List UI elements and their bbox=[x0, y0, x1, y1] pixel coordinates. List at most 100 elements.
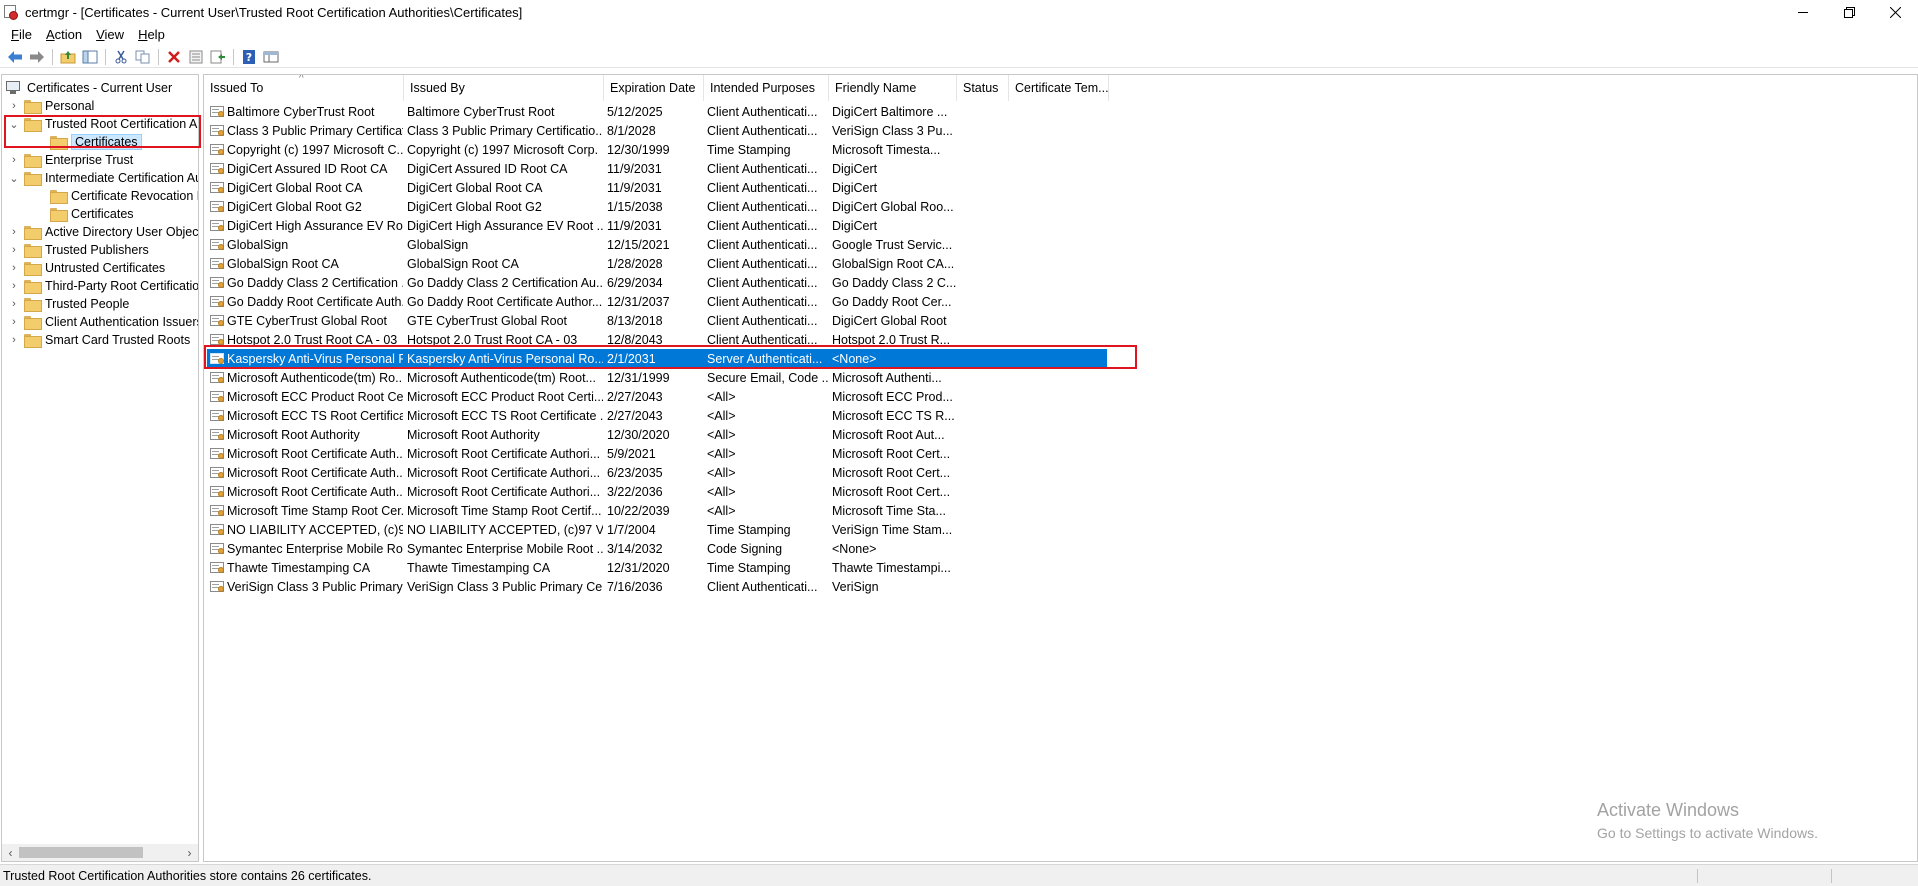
forward-button[interactable] bbox=[26, 47, 48, 67]
certificate-row[interactable]: Hotspot 2.0 Trust Root CA - 03 Hotspot 2.… bbox=[207, 330, 967, 349]
export-list-button[interactable] bbox=[207, 47, 229, 67]
scroll-thumb[interactable] bbox=[19, 847, 143, 858]
delete-button[interactable] bbox=[163, 47, 185, 67]
certificate-icon bbox=[209, 542, 225, 556]
certificate-list[interactable]: Issued To ^ Issued By Expiration Date In… bbox=[203, 74, 1918, 862]
certificate-icon bbox=[209, 390, 225, 404]
help-icon: ? bbox=[243, 49, 255, 64]
certificate-row[interactable]: Go Daddy Class 2 Certification ... Go Dad… bbox=[207, 273, 967, 292]
certificate-row[interactable]: DigiCert High Assurance EV Ro... DigiCert… bbox=[207, 216, 967, 235]
tree-item[interactable]: ⌄ Trusted Root Certification Aut bbox=[7, 115, 198, 133]
tree-item[interactable]: › Personal bbox=[7, 97, 94, 115]
menu-action[interactable]: Action bbox=[39, 27, 89, 42]
column-expiration-date[interactable]: Expiration Date bbox=[604, 75, 704, 101]
back-button[interactable] bbox=[4, 47, 26, 67]
window-controls bbox=[1780, 0, 1918, 24]
tree-item[interactable]: Certificates bbox=[27, 133, 142, 151]
view-button[interactable] bbox=[260, 47, 282, 67]
expand-chevron-icon[interactable]: › bbox=[7, 333, 21, 347]
expand-chevron-icon[interactable]: › bbox=[7, 99, 21, 113]
show-hide-tree-button[interactable] bbox=[79, 47, 101, 67]
certificate-row[interactable]: Microsoft Root Certificate Auth... Micros… bbox=[207, 463, 967, 482]
column-friendly-name[interactable]: Friendly Name bbox=[829, 75, 957, 101]
minimize-icon bbox=[1797, 11, 1808, 13]
collapse-chevron-icon[interactable]: ⌄ bbox=[7, 117, 21, 131]
tree-item[interactable]: › Smart Card Trusted Roots bbox=[7, 331, 190, 349]
tree-item[interactable]: ⌄ Intermediate Certification Au bbox=[7, 169, 198, 187]
certificate-row[interactable]: Thawte Timestamping CA Thawte Timestampin… bbox=[207, 558, 967, 577]
cell-issued-to: Class 3 Public Primary Certificat... bbox=[227, 123, 403, 138]
certificate-row[interactable]: Microsoft ECC TS Root Certifica... Micros… bbox=[207, 406, 967, 425]
column-certificate-template[interactable]: Certificate Tem... bbox=[1009, 75, 1109, 101]
certificate-row[interactable]: Microsoft Time Stamp Root Cer... Microsof… bbox=[207, 501, 967, 520]
column-intended-purposes[interactable]: Intended Purposes bbox=[704, 75, 829, 101]
expand-chevron-icon[interactable]: › bbox=[7, 225, 21, 239]
menu-view[interactable]: View bbox=[89, 27, 131, 42]
expand-chevron-icon[interactable]: › bbox=[7, 315, 21, 329]
certificate-icon bbox=[209, 333, 225, 347]
tree-item[interactable]: › Third-Party Root Certification bbox=[7, 277, 198, 295]
up-one-level-button[interactable] bbox=[57, 47, 79, 67]
close-button[interactable] bbox=[1872, 0, 1918, 24]
certificate-row[interactable]: GlobalSign GlobalSign 12/15/2021 Client Aut… bbox=[207, 235, 967, 254]
certificate-icon bbox=[209, 561, 225, 575]
tree-item[interactable]: › Trusted Publishers bbox=[7, 241, 149, 259]
collapse-chevron-icon[interactable]: ⌄ bbox=[7, 171, 21, 185]
tree-root[interactable]: Certificates - Current User bbox=[6, 79, 172, 97]
certificate-row[interactable]: Symantec Enterprise Mobile Ro... Symantec… bbox=[207, 539, 967, 558]
column-issued-by[interactable]: Issued By bbox=[404, 75, 604, 101]
copy-button[interactable] bbox=[132, 47, 154, 67]
certmgr-app-icon[interactable] bbox=[3, 4, 19, 20]
certificate-row[interactable]: DigiCert Global Root G2 DigiCert Global R… bbox=[207, 197, 967, 216]
tree-item[interactable]: › Client Authentication Issuers bbox=[7, 313, 198, 331]
scroll-right-icon[interactable]: › bbox=[181, 845, 198, 860]
cell-intended-purposes: Client Authenticati... bbox=[707, 180, 818, 195]
certificate-row[interactable]: Class 3 Public Primary Certificat... Clas… bbox=[207, 121, 967, 140]
certificate-row[interactable]: Microsoft ECC Product Root Ce... Microsof… bbox=[207, 387, 967, 406]
certificate-icon bbox=[209, 352, 225, 366]
certificate-row[interactable]: DigiCert Global Root CA DigiCert Global R… bbox=[207, 178, 967, 197]
tree-item[interactable]: Certificate Revocation List bbox=[27, 187, 198, 205]
expand-chevron-icon[interactable]: › bbox=[7, 297, 21, 311]
help-button[interactable]: ? bbox=[238, 47, 260, 67]
certificate-row[interactable]: Baltimore CyberTrust Root Baltimore Cyber… bbox=[207, 102, 967, 121]
tree-horizontal-scrollbar[interactable]: ‹ › bbox=[2, 844, 198, 861]
menu-file[interactable]: File bbox=[4, 27, 39, 42]
certificate-row[interactable]: Copyright (c) 1997 Microsoft C... Copyrig… bbox=[207, 140, 967, 159]
certificate-row[interactable]: Kaspersky Anti-Virus Personal R... Kasper… bbox=[207, 349, 1107, 368]
scroll-left-icon[interactable]: ‹ bbox=[2, 845, 19, 860]
tree-item[interactable]: › Active Directory User Object bbox=[7, 223, 198, 241]
certificate-row[interactable]: Microsoft Root Authority Microsoft Root A… bbox=[207, 425, 967, 444]
console-tree[interactable]: Certificates - Current User › Personal ⌄ Tr… bbox=[1, 74, 199, 862]
menu-help[interactable]: Help bbox=[131, 27, 172, 42]
tree-item[interactable]: › Enterprise Trust bbox=[7, 151, 133, 169]
certificate-row[interactable]: NO LIABILITY ACCEPTED, (c)97 ... NO LIABI… bbox=[207, 520, 967, 539]
certificate-row[interactable]: VeriSign Class 3 Public Primary ... VeriS… bbox=[207, 577, 967, 596]
tree-item[interactable]: Certificates bbox=[27, 205, 134, 223]
certificate-row[interactable]: Microsoft Root Certificate Auth... Micros… bbox=[207, 444, 967, 463]
certificate-row[interactable]: GlobalSign Root CA GlobalSign Root CA 1/28… bbox=[207, 254, 967, 273]
certificate-row[interactable]: DigiCert Assured ID Root CA DigiCert Assu… bbox=[207, 159, 967, 178]
cell-issued-by: VeriSign Class 3 Public Primary Ce... bbox=[407, 579, 603, 594]
tree-item[interactable]: › Untrusted Certificates bbox=[7, 259, 165, 277]
column-status[interactable]: Status bbox=[957, 75, 1009, 101]
expand-chevron-icon[interactable]: › bbox=[7, 243, 21, 257]
restore-button[interactable] bbox=[1826, 0, 1872, 24]
column-issued-to[interactable]: Issued To ^ bbox=[204, 75, 404, 101]
certificate-row[interactable]: Microsoft Root Certificate Auth... Micros… bbox=[207, 482, 967, 501]
minimize-button[interactable] bbox=[1780, 0, 1826, 24]
cut-button[interactable] bbox=[110, 47, 132, 67]
certificate-row[interactable]: Microsoft Authenticode(tm) Ro... Microsof… bbox=[207, 368, 967, 387]
expand-chevron-icon[interactable]: › bbox=[7, 153, 21, 167]
expand-chevron-icon[interactable]: › bbox=[7, 261, 21, 275]
cell-issued-to: DigiCert Global Root CA bbox=[227, 180, 363, 195]
tree-item[interactable]: › Trusted People bbox=[7, 295, 129, 313]
properties-button[interactable] bbox=[185, 47, 207, 67]
cell-issued-by: Microsoft Root Authority bbox=[407, 427, 540, 442]
expand-chevron-icon[interactable]: › bbox=[7, 279, 21, 293]
cell-expiration-date: 3/14/2032 bbox=[607, 541, 663, 556]
certificate-row[interactable]: GTE CyberTrust Global Root GTE CyberTrust… bbox=[207, 311, 967, 330]
certificate-row[interactable]: Go Daddy Root Certificate Auth... Go Dadd… bbox=[207, 292, 967, 311]
certificate-icon bbox=[209, 219, 225, 233]
